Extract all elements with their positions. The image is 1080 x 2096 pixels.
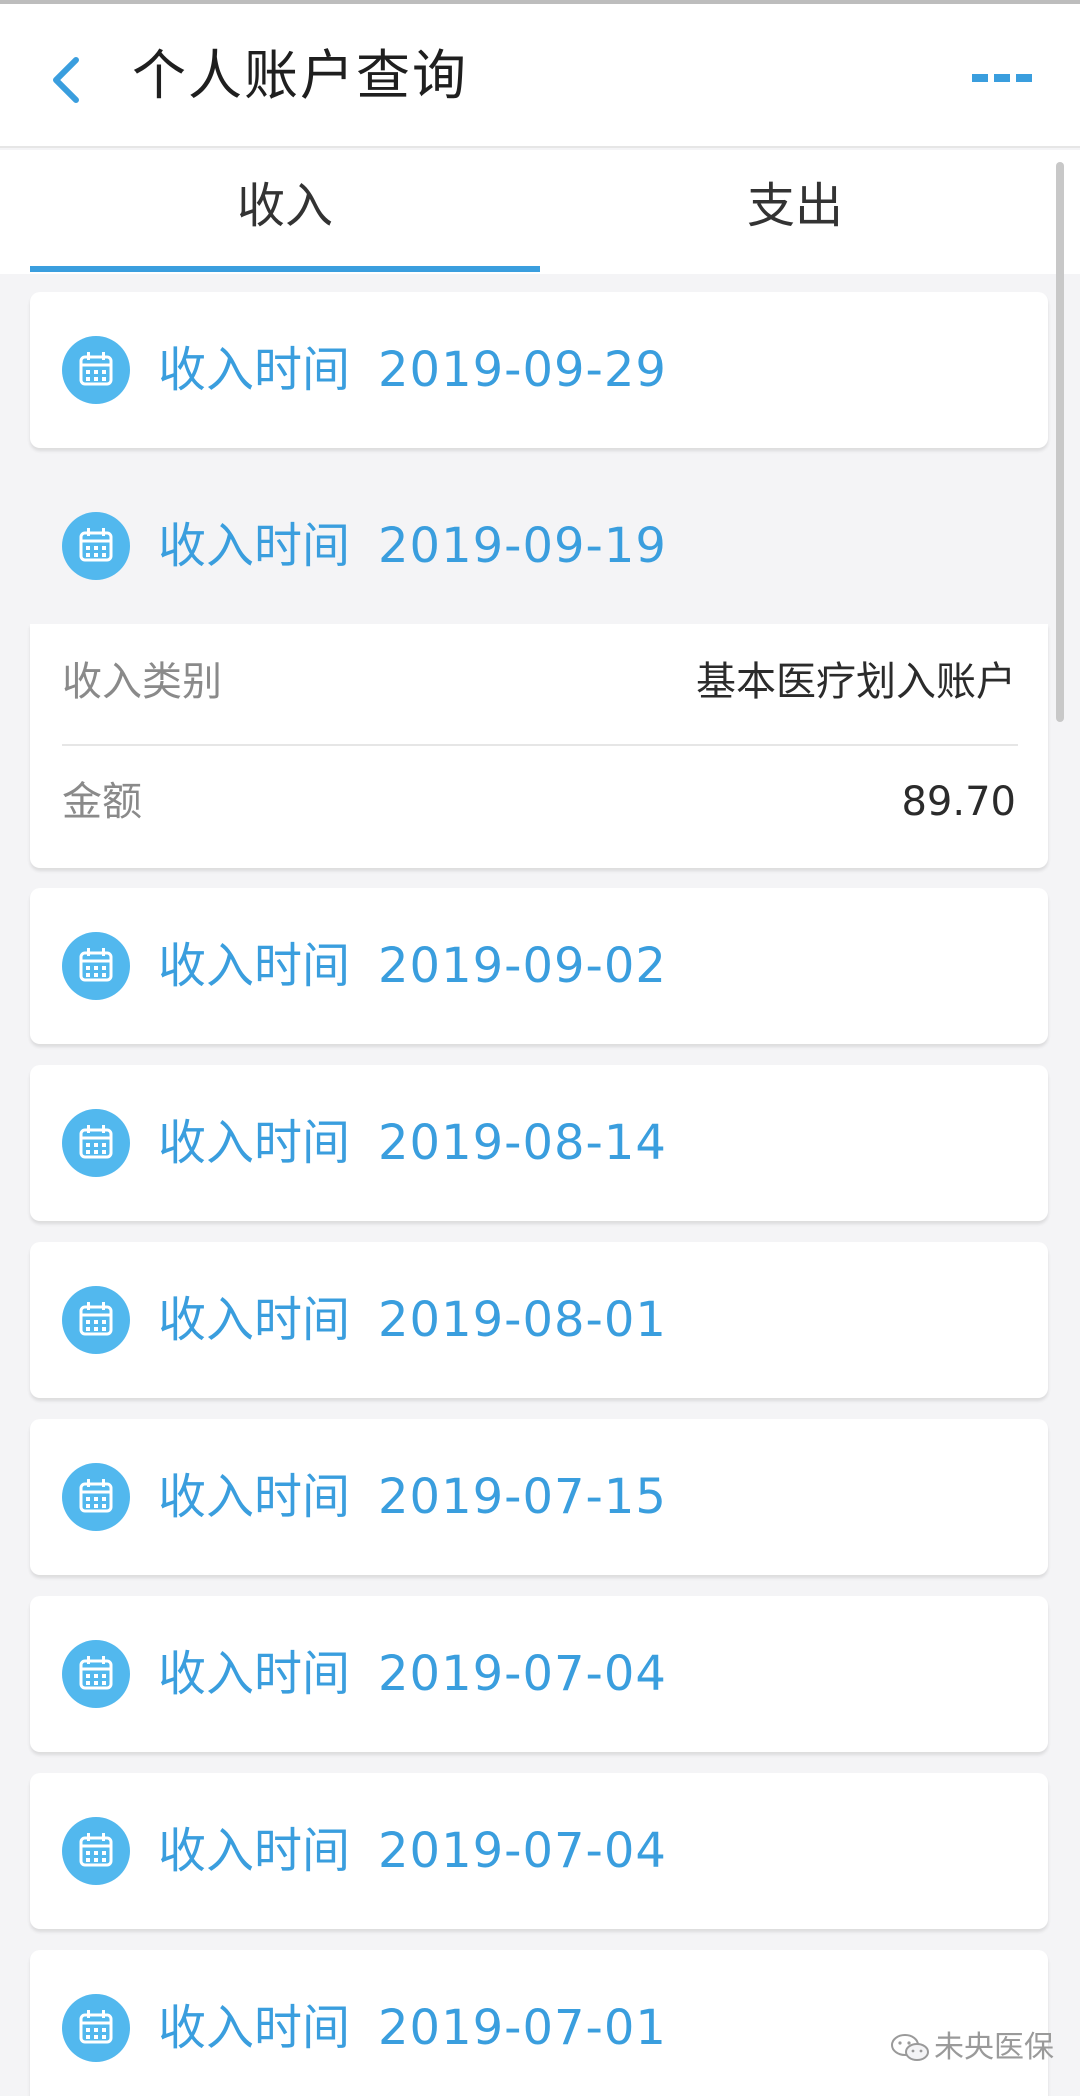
income-date: 2019-07-15 — [378, 1469, 667, 1525]
chevron-left-icon — [53, 57, 79, 103]
income-record-card[interactable]: 收入时间 2019-07-01 — [30, 1950, 1048, 2096]
record-header[interactable]: 收入时间 2019-07-04 — [30, 1596, 1048, 1752]
amount-label: 金额 — [62, 779, 142, 825]
income-time-label: 收入时间 — [158, 1115, 351, 1171]
calendar-icon — [62, 1994, 130, 2062]
record-header[interactable]: 收入时间 2019-09-02 — [30, 888, 1048, 1044]
record-header[interactable]: 收入时间 2019-08-01 — [30, 1242, 1048, 1398]
income-date: 2019-09-29 — [378, 342, 667, 398]
record-header[interactable]: 收入时间 2019-07-15 — [30, 1419, 1048, 1575]
income-time-label: 收入时间 — [158, 1469, 351, 1525]
back-button[interactable] — [40, 40, 100, 120]
record-header[interactable]: 收入时间 2019-07-01 — [30, 1950, 1048, 2096]
income-record-card[interactable]: 收入时间 2019-09-29 — [30, 292, 1048, 448]
income-record-card[interactable]: 收入时间 2019-07-04 — [30, 1773, 1048, 1929]
income-time-label: 收入时间 — [158, 2000, 351, 2056]
income-date: 2019-07-01 — [378, 2000, 667, 2056]
calendar-icon — [62, 932, 130, 1000]
watermark-text: 未央医保 — [934, 2030, 1054, 2065]
page-title: 个人账户查询 — [132, 44, 468, 107]
income-record-card[interactable]: 收入时间 2019-08-01 — [30, 1242, 1048, 1398]
divider — [62, 744, 1018, 746]
scrollbar[interactable] — [1056, 162, 1064, 722]
income-record-card[interactable]: 收入时间 2019-07-04 — [30, 1596, 1048, 1752]
income-date: 2019-09-19 — [378, 518, 667, 574]
income-date: 2019-08-14 — [378, 1115, 667, 1171]
income-time-label: 收入时间 — [158, 518, 351, 574]
record-header[interactable]: 收入时间 2019-09-29 — [30, 292, 1048, 448]
record-header[interactable]: 收入时间 2019-07-04 — [30, 1773, 1048, 1929]
wechat-icon — [891, 2034, 929, 2061]
tab-expense[interactable]: 支出 — [540, 150, 1050, 274]
income-date: 2019-07-04 — [378, 1646, 667, 1702]
income-time-label: 收入时间 — [158, 342, 351, 398]
tab-income[interactable]: 收入 — [30, 150, 540, 274]
calendar-icon — [62, 1640, 130, 1708]
income-date: 2019-07-04 — [378, 1823, 667, 1879]
income-record-card[interactable]: 收入时间 2019-08-14 — [30, 1065, 1048, 1221]
calendar-icon — [62, 1286, 130, 1354]
income-time-label: 收入时间 — [158, 938, 351, 994]
calendar-icon — [62, 1817, 130, 1885]
income-date: 2019-08-01 — [378, 1292, 667, 1348]
income-record-card[interactable]: 收入时间 2019-09-02 — [30, 888, 1048, 1044]
amount-value: 89.70 — [901, 779, 1016, 825]
more-button[interactable] — [970, 64, 1034, 94]
income-category-value: 基本医疗划入账户 — [696, 659, 1016, 705]
income-time-label: 收入时间 — [158, 1646, 351, 1702]
tab-bar: 收入 支出 — [0, 150, 1080, 274]
income-record-card[interactable]: 收入时间 2019-07-15 — [30, 1419, 1048, 1575]
calendar-icon — [62, 512, 130, 580]
income-category-label: 收入类别 — [62, 659, 222, 705]
more-dots-icon — [972, 74, 1032, 82]
account-query-screen: 个人账户查询 收入 支出 收入时间 2019-09-29 收入时间 2019-0… — [0, 0, 1080, 2096]
income-time-label: 收入时间 — [158, 1292, 351, 1348]
income-time-label: 收入时间 — [158, 1823, 351, 1879]
app-header: 个人账户查询 — [0, 4, 1080, 148]
calendar-icon — [62, 1463, 130, 1531]
calendar-icon — [62, 1109, 130, 1177]
income-date: 2019-09-02 — [378, 938, 667, 994]
record-header[interactable]: 收入时间 2019-09-19 — [30, 468, 1048, 624]
calendar-icon — [62, 336, 130, 404]
record-header[interactable]: 收入时间 2019-08-14 — [30, 1065, 1048, 1221]
income-record-card-expanded[interactable]: 收入时间 2019-09-19 — [30, 468, 1048, 624]
record-detail-panel: 收入类别 基本医疗划入账户 金额 89.70 — [30, 624, 1048, 868]
active-tab-indicator — [30, 266, 540, 272]
